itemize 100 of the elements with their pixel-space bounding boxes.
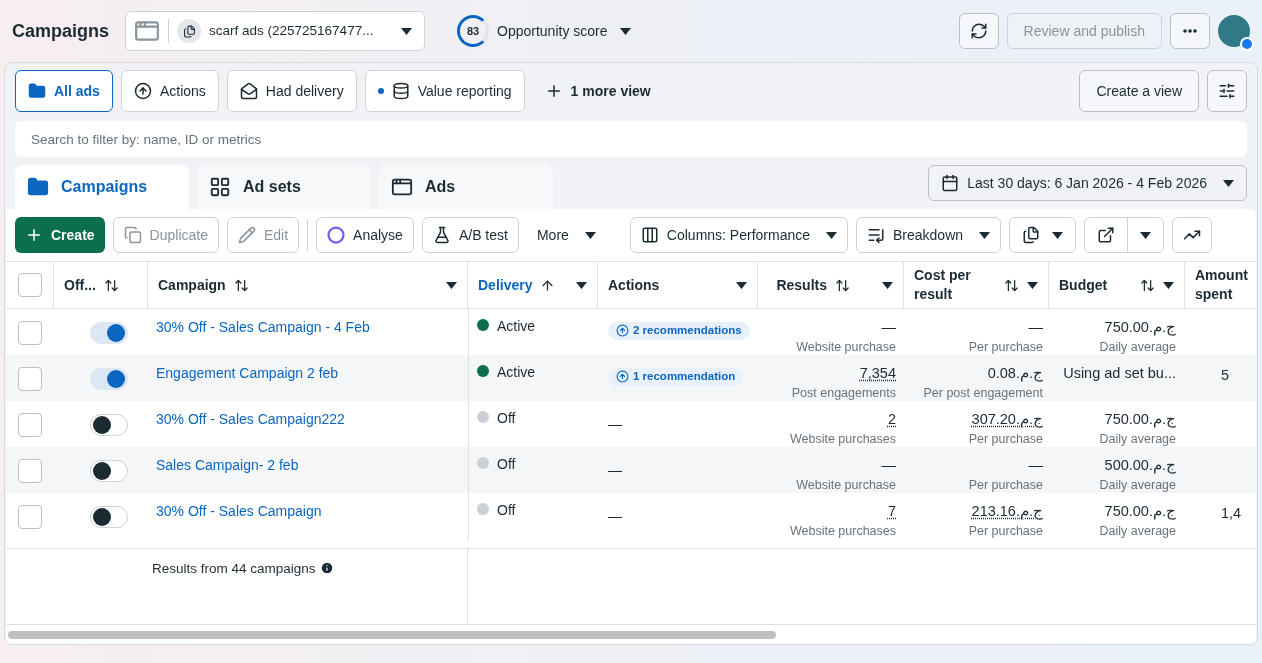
column-menu-icon	[446, 281, 457, 289]
on-off-toggle[interactable]	[90, 322, 128, 344]
view-tab[interactable]: All ads	[15, 70, 113, 112]
more-views-button[interactable]: 1 more view	[532, 70, 663, 112]
column-header[interactable]: Campaign	[158, 275, 226, 295]
row-checkbox[interactable]	[18, 413, 42, 437]
row-checkbox[interactable]	[18, 321, 42, 345]
create-button[interactable]: Create	[15, 217, 105, 253]
select-all-checkbox[interactable]	[17, 273, 42, 297]
calendar-icon	[941, 174, 960, 192]
folder-icon	[27, 176, 49, 198]
horizontal-scrollbar[interactable]	[8, 630, 776, 639]
metric-value: —	[881, 456, 896, 475]
arrow-up-circle-icon	[616, 370, 629, 383]
amount-spent-value: 5	[1221, 367, 1230, 383]
info-icon[interactable]	[319, 561, 334, 575]
reports-button[interactable]	[1009, 217, 1077, 253]
window-icon	[391, 176, 413, 198]
export-icon	[1097, 226, 1116, 244]
opportunity-score-label[interactable]: Opportunity score	[497, 20, 608, 42]
metric-value: —	[1028, 456, 1043, 475]
column-header[interactable]: Amount spent	[1195, 266, 1256, 304]
caret-icon	[1223, 179, 1234, 187]
column-menu-icon	[882, 281, 893, 289]
grid-icon	[209, 176, 231, 198]
campaign-link[interactable]: Sales Campaign- 2 feb	[156, 457, 299, 473]
sort-icon[interactable]	[1140, 277, 1155, 293]
on-off-toggle[interactable]	[90, 460, 128, 482]
delivery-status: Active	[497, 363, 536, 382]
metric-caption: Per purchase	[968, 477, 1043, 494]
campaign-link[interactable]: 30% Off - Sales Campaign222	[156, 411, 345, 427]
column-menu-icon	[1027, 281, 1038, 289]
metric-value: —	[1028, 318, 1043, 337]
view-tab[interactable]: Had delivery	[226, 70, 357, 112]
sort-ascending-icon[interactable]	[540, 277, 556, 293]
breakdown-icon	[867, 226, 885, 244]
metric-caption: Post engagements	[791, 385, 896, 402]
metric-caption: Website purchase	[796, 477, 896, 494]
campaign-link[interactable]: Engagement Campaign 2 feb	[156, 365, 339, 381]
column-menu-icon	[1163, 281, 1174, 289]
level-tab[interactable]: Campaigns	[15, 165, 189, 209]
chart-button[interactable]	[1172, 217, 1213, 253]
empty-value: —	[608, 416, 622, 432]
column-header[interactable]: Off...	[64, 275, 96, 295]
on-off-toggle[interactable]	[90, 368, 128, 390]
create-view-button[interactable]: Create a view	[1079, 70, 1199, 112]
more-options-button[interactable]	[1170, 13, 1210, 49]
account-selector[interactable]: scarf ads (225725167477...	[125, 11, 426, 51]
metric-caption: Website purchases	[789, 523, 896, 539]
sort-icon[interactable]	[835, 277, 850, 293]
campaign-link[interactable]: 30% Off - Sales Campaign	[156, 503, 322, 519]
refresh-button[interactable]	[958, 13, 999, 49]
campaign-link[interactable]: 30% Off - Sales Campaign - 4 Feb	[156, 319, 370, 335]
metric-caption: Daily average	[1099, 339, 1176, 356]
recommendations-badge[interactable]: 1 recommendation	[608, 367, 744, 386]
delivery-status: Off	[497, 501, 516, 520]
columns-button[interactable]: Columns: Performance	[629, 217, 848, 253]
level-tab[interactable]: Ad sets	[197, 165, 371, 209]
column-menu-icon	[576, 281, 587, 289]
metric-caption: Website purchase	[796, 339, 896, 356]
settings-button[interactable]	[1207, 70, 1247, 112]
level-tab[interactable]: Ads	[379, 165, 553, 209]
row-checkbox[interactable]	[18, 459, 42, 483]
sort-icon[interactable]	[1004, 277, 1019, 293]
metric-value: 7,354	[859, 364, 896, 383]
delivery-status: Active	[497, 317, 536, 336]
export-button[interactable]	[1084, 217, 1165, 253]
metric-caption: Daily average	[1099, 431, 1176, 448]
column-header[interactable]: Delivery	[478, 275, 533, 295]
arrow-up-circle-icon	[616, 324, 629, 337]
column-header[interactable]: Budget	[1059, 275, 1132, 295]
window-icon	[134, 18, 161, 44]
metric-caption: Website purchases	[789, 431, 896, 448]
empty-value: —	[608, 462, 622, 478]
recommendations-badge[interactable]: 2 recommendations	[608, 321, 750, 340]
on-off-toggle[interactable]	[90, 506, 128, 528]
empty-value: —	[608, 508, 622, 524]
column-header[interactable]: Results	[776, 275, 827, 295]
row-checkbox[interactable]	[18, 367, 42, 391]
view-tab[interactable]: Value reporting	[364, 70, 525, 112]
account-name: scarf ads (225725167477...	[209, 21, 374, 40]
sliders-icon	[1218, 82, 1236, 100]
analyse-button[interactable]: Analyse	[316, 217, 414, 253]
abtest-button[interactable]: A/B test	[421, 217, 519, 253]
sort-icon[interactable]	[233, 277, 249, 293]
metric-caption: Per purchase	[968, 339, 1043, 356]
more-button[interactable]: More	[526, 217, 606, 253]
column-header[interactable]: Cost per result	[914, 266, 996, 304]
sort-icon[interactable]	[103, 277, 119, 293]
metric-caption: Daily average	[1099, 477, 1176, 494]
column-header[interactable]: Actions	[608, 275, 660, 295]
view-tab[interactable]: Actions	[120, 70, 219, 112]
metric-value: 2	[887, 410, 896, 429]
on-off-toggle[interactable]	[90, 414, 128, 436]
date-range-picker[interactable]: Last 30 days: 6 Jan 2026 - 4 Feb 2026	[928, 165, 1247, 201]
metric-value: ج.م.307.20	[971, 410, 1043, 429]
breakdown-button[interactable]: Breakdown	[856, 217, 1002, 253]
search-field[interactable]: Search to filter by: name, ID or metrics	[15, 121, 1247, 157]
column-menu-icon	[736, 281, 747, 289]
row-checkbox[interactable]	[18, 505, 42, 529]
